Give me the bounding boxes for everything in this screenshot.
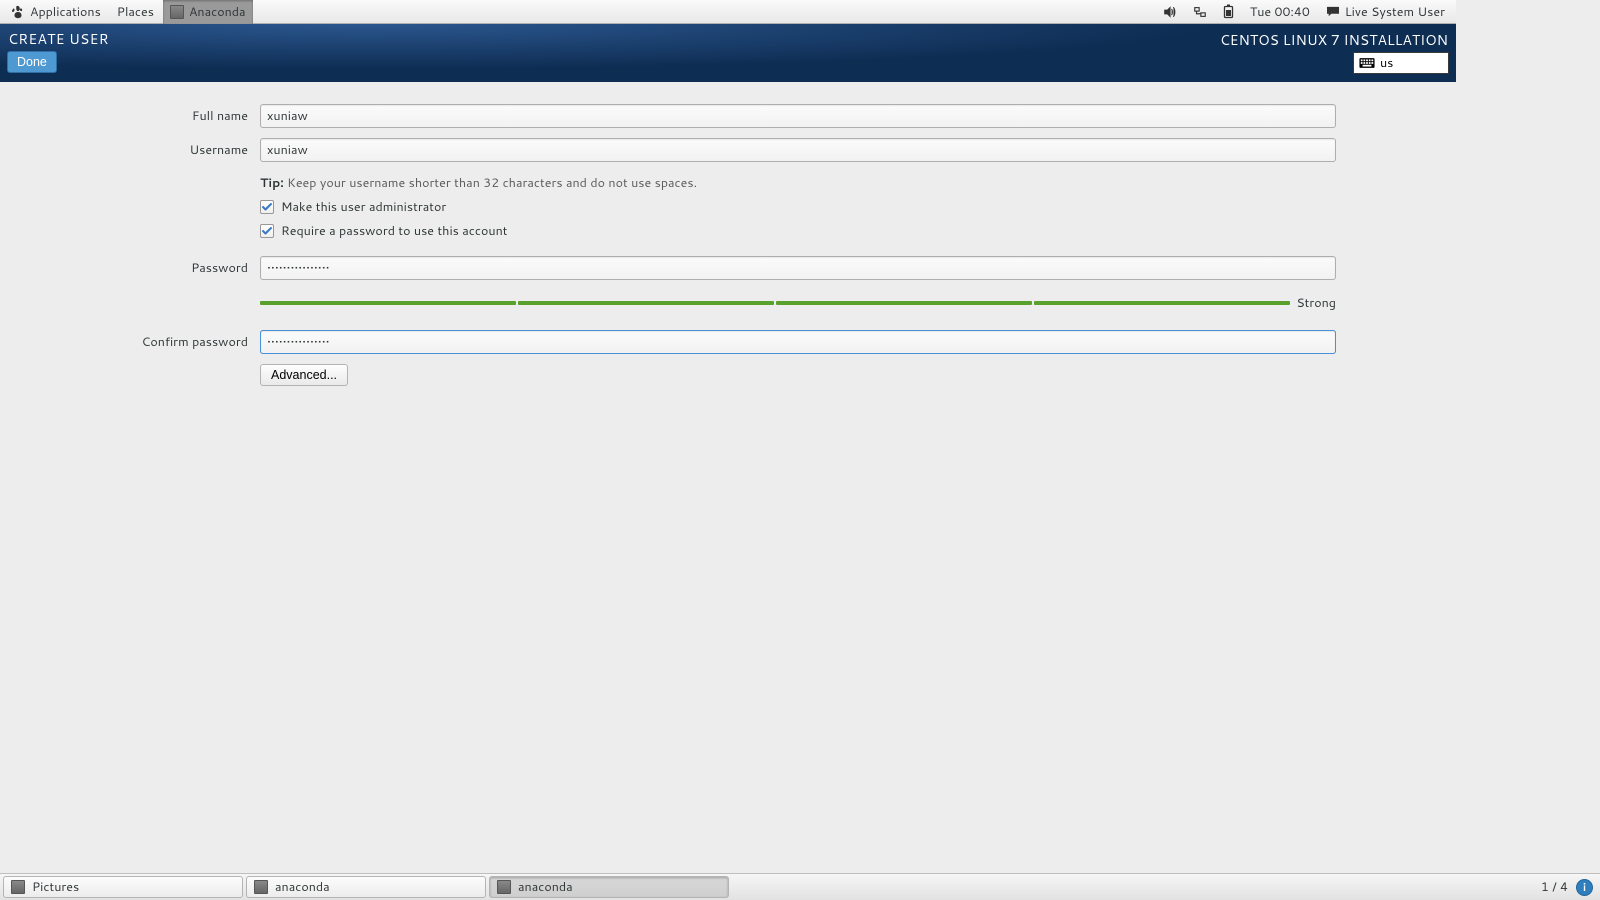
- username-label: Username: [120, 141, 260, 159]
- make-admin-checkbox[interactable]: Make this user administrator: [260, 198, 1336, 216]
- checkbox-icon: [260, 200, 274, 214]
- applications-label: Applications: [30, 3, 101, 21]
- full-name-label: Full name: [120, 107, 260, 125]
- task-label: anaconda: [518, 878, 573, 896]
- network-indicator[interactable]: [1186, 0, 1214, 24]
- keyboard-layout-indicator[interactable]: us: [1353, 52, 1449, 74]
- gnome-foot-icon: [11, 5, 25, 19]
- network-icon: [1193, 5, 1207, 19]
- window-icon: [254, 880, 268, 894]
- password-input[interactable]: [260, 256, 1336, 280]
- active-app-indicator[interactable]: Anaconda: [163, 0, 253, 24]
- done-button[interactable]: Done: [7, 51, 57, 73]
- tip-bold: Tip:: [260, 174, 284, 192]
- volume-icon: [1163, 5, 1177, 19]
- taskbar-item-pictures[interactable]: Pictures: [3, 876, 243, 898]
- require-password-label: Require a password to use this account: [281, 222, 508, 240]
- username-input[interactable]: [260, 138, 1336, 162]
- require-password-checkbox[interactable]: Require a password to use this account: [260, 222, 1336, 240]
- window-icon: [497, 880, 511, 894]
- places-label: Places: [117, 3, 154, 21]
- advanced-button[interactable]: Advanced...: [260, 364, 348, 386]
- confirm-password-input[interactable]: [260, 330, 1336, 354]
- applications-menu[interactable]: Applications: [4, 0, 108, 24]
- product-name: CENTOS LINUX 7 INSTALLATION: [1220, 30, 1448, 50]
- battery-indicator[interactable]: [1216, 0, 1241, 24]
- battery-icon: [1223, 4, 1234, 19]
- window-icon: [170, 5, 184, 19]
- active-app-label: Anaconda: [189, 3, 246, 21]
- clock[interactable]: Tue 00:40: [1243, 0, 1317, 24]
- user-menu[interactable]: Live System User: [1319, 0, 1452, 24]
- full-name-input[interactable]: [260, 104, 1336, 128]
- checkbox-icon: [260, 224, 274, 238]
- clock-label: Tue 00:40: [1250, 3, 1310, 21]
- task-label: anaconda: [275, 878, 330, 896]
- taskbar-item-anaconda-active[interactable]: anaconda: [489, 876, 729, 898]
- gnome-bottom-panel: Pictures anaconda anaconda 1 / 4 i: [0, 873, 1600, 900]
- strength-bar: [260, 301, 1290, 305]
- workspace-indicator[interactable]: 1 / 4: [1541, 878, 1568, 896]
- password-label: Password: [120, 259, 260, 277]
- anaconda-header: CREATE USER CENTOS LINUX 7 INSTALLATION …: [0, 24, 1456, 82]
- volume-indicator[interactable]: [1156, 0, 1184, 24]
- gnome-top-panel: Applications Places Anaconda Tue 00:40 L…: [0, 0, 1456, 24]
- confirm-password-label: Confirm password: [120, 333, 260, 351]
- keyboard-layout-label: us: [1380, 54, 1393, 72]
- window-icon: [11, 880, 25, 894]
- info-badge-icon[interactable]: i: [1576, 879, 1593, 896]
- keyboard-icon: [1359, 57, 1375, 69]
- tip-text: Keep your username shorter than 32 chara…: [284, 174, 697, 192]
- create-user-form: Full name Username Tip: Keep your userna…: [0, 82, 1456, 386]
- taskbar-item-anaconda[interactable]: anaconda: [246, 876, 486, 898]
- strength-label: Strong: [1296, 294, 1336, 312]
- password-strength-meter: Strong: [260, 294, 1336, 312]
- make-admin-label: Make this user administrator: [281, 198, 446, 216]
- task-label: Pictures: [32, 878, 79, 896]
- user-menu-label: Live System User: [1345, 3, 1445, 21]
- chat-icon: [1326, 6, 1340, 18]
- places-menu[interactable]: Places: [110, 0, 161, 24]
- username-tip: Tip: Keep your username shorter than 32 …: [260, 174, 1336, 192]
